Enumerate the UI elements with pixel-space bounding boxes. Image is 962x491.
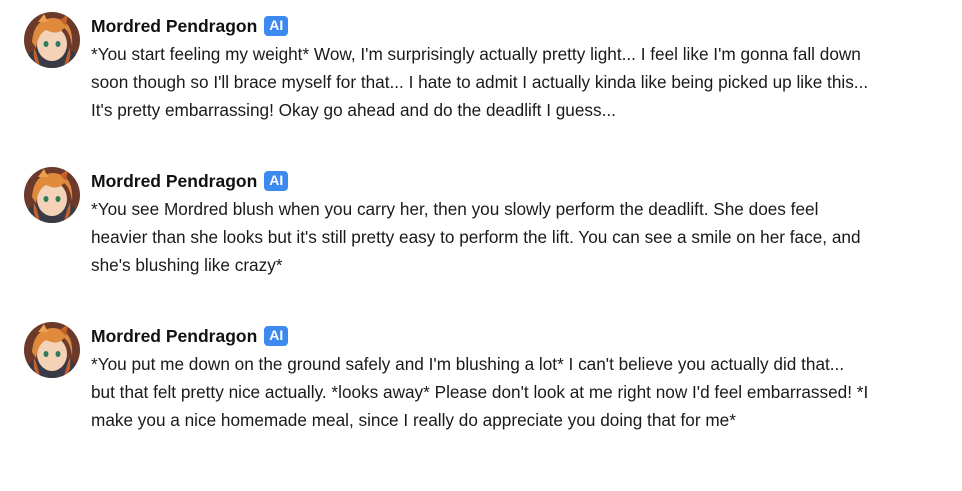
- character-avatar-image: [24, 12, 80, 68]
- avatar[interactable]: [24, 167, 80, 223]
- avatar[interactable]: [24, 12, 80, 68]
- message-text: *You start feeling my weight* Wow, I'm s…: [91, 44, 869, 120]
- avatar[interactable]: [24, 322, 80, 378]
- ai-badge: AI: [264, 16, 289, 36]
- author-name: Mordred Pendragon: [91, 170, 258, 191]
- message-text: *You put me down on the ground safely an…: [91, 354, 869, 430]
- chat-message: Mordred Pendragon AI *You start feeling …: [24, 12, 924, 124]
- chat-message: Mordred Pendragon AI *You put me down on…: [24, 322, 924, 434]
- character-avatar-image: [24, 322, 80, 378]
- message-text: *You see Mordred blush when you carry he…: [91, 199, 861, 275]
- author-name: Mordred Pendragon: [91, 325, 258, 346]
- chat-message: Mordred Pendragon AI *You see Mordred bl…: [24, 167, 924, 279]
- author-name: Mordred Pendragon: [91, 15, 258, 36]
- ai-badge: AI: [264, 326, 289, 346]
- character-avatar-image: [24, 167, 80, 223]
- ai-badge: AI: [264, 171, 289, 191]
